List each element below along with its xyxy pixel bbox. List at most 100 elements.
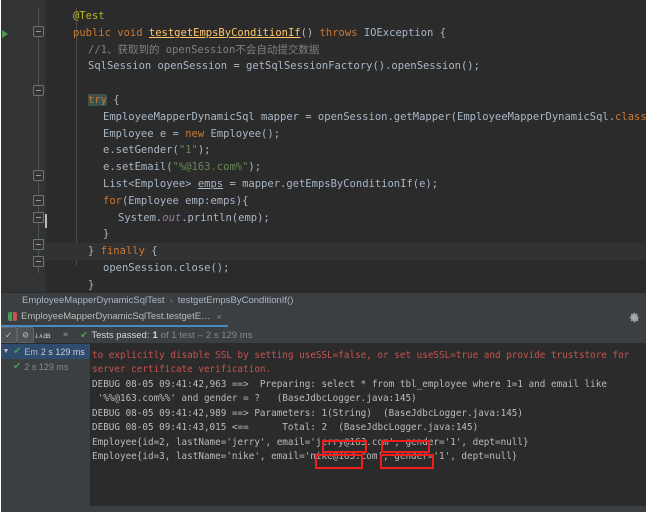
- close-icon[interactable]: ×: [217, 312, 222, 322]
- code-token: finally: [100, 245, 145, 258]
- console-output[interactable]: to explicitly disable SSL by setting use…: [90, 344, 646, 506]
- code-token: }: [88, 278, 95, 291]
- code-token: e.setGender(: [103, 144, 179, 157]
- test-tree-row[interactable]: ✔ 2 s 129 ms: [0, 359, 90, 374]
- fold-toggle-icon[interactable]: [33, 239, 44, 250]
- console-line: DEBUG 08-05 09:41:42,963 ==> Preparing: …: [92, 378, 607, 390]
- code-token: = mapper.getEmpsByConditionIf(e);: [223, 177, 439, 190]
- fold-toggle-icon[interactable]: [33, 256, 44, 267]
- code-token: new: [185, 127, 205, 140]
- code-token: "1": [178, 144, 198, 157]
- fold-toggle-icon[interactable]: [33, 195, 44, 206]
- test-results-tree[interactable]: ▼ ✔ Em 2 s 129 ms ✔ 2 s 129 ms: [0, 344, 90, 506]
- code-line: } finally {: [46, 243, 646, 260]
- breadcrumb-class[interactable]: EmployeeMapperDynamicSqlTest: [22, 295, 165, 306]
- test-tree-duration: 2 s 129 ms: [24, 361, 69, 372]
- code-token: throws: [319, 26, 358, 39]
- code-editor[interactable]: @Test public void testgetEmpsByConditionI…: [0, 0, 646, 292]
- code-token: "%@163.com%": [172, 161, 249, 174]
- test-runner-toolbar: ✓ ⊘ ↓ᴀꜳ » ✔ Tests passed: 1 of 1 test – …: [0, 327, 646, 344]
- code-token: {: [144, 245, 158, 258]
- code-token: }: [88, 245, 101, 258]
- code-token: .println(emp);: [181, 211, 270, 224]
- console-line: Employee{id=2, lastName='jerry', email='…: [92, 436, 529, 448]
- code-token: }: [103, 228, 110, 241]
- code-token: System.: [118, 211, 163, 224]
- code-line: //1、获取到的 openSession不会自动提交数据: [46, 42, 646, 59]
- code-line: openSession.close();: [46, 260, 646, 277]
- expander-icon[interactable]: ▼: [2, 348, 10, 355]
- window-bottom-border: [0, 512, 646, 516]
- show-passed-button[interactable]: ✓: [0, 327, 17, 343]
- code-line: @Test: [46, 8, 646, 25]
- tests-passed-label: Tests passed:: [91, 329, 150, 341]
- code-token: Employee();: [204, 127, 281, 140]
- console-line: DEBUG 08-05 09:41:42,989 ==> Parameters:…: [92, 407, 523, 419]
- test-passed-icon: ✔: [13, 361, 22, 372]
- code-token: Employee e =: [103, 127, 186, 140]
- breadcrumb-method[interactable]: testgetEmpsByConditionIf(): [178, 295, 294, 306]
- code-line: }: [46, 226, 646, 243]
- fold-region-line: [38, 8, 39, 273]
- code-token: emps: [197, 177, 224, 190]
- code-token: (): [300, 26, 320, 39]
- code-line: EmployeeMapperDynamicSql mapper = openSe…: [46, 109, 646, 126]
- ide-window: @Test public void testgetEmpsByConditionI…: [0, 0, 646, 516]
- editor-gutter[interactable]: [0, 0, 46, 292]
- code-token: for: [103, 194, 122, 207]
- test-tree-duration: 2 s 129 ms: [40, 346, 85, 357]
- code-token: public: [73, 26, 111, 39]
- breadcrumb[interactable]: EmployeeMapperDynamicSqlTest › testgetEm…: [0, 292, 646, 308]
- code-token: out: [162, 211, 182, 224]
- toolbar-overflow-button[interactable]: »: [57, 327, 74, 343]
- fold-toggle-icon[interactable]: [33, 26, 44, 37]
- window-left-border: [0, 0, 1, 516]
- run-tab-bar: EmployeeMapperDynamicSqlTest.testgetE… ×: [0, 308, 646, 327]
- run-debug-icon: [8, 312, 17, 321]
- console-line: Employee{id=3, lastName='nike', email='n…: [92, 451, 518, 462]
- run-test-gutter-icon[interactable]: [2, 30, 8, 38]
- code-line: for(Employee emp:emps){: [46, 193, 646, 210]
- code-token: openSession.close();: [103, 261, 230, 274]
- code-token: );: [248, 161, 262, 174]
- fold-toggle-icon[interactable]: [33, 85, 44, 96]
- gear-icon[interactable]: [629, 312, 640, 323]
- test-status-bar: ✔ Tests passed: 1 of 1 test – 2 s 129 ms: [80, 330, 252, 341]
- code-line: SqlSession openSession = getSqlSessionFa…: [46, 58, 646, 75]
- code-token: try: [88, 93, 107, 106]
- code-token: {: [106, 93, 120, 106]
- code-token: (Employee emp:emps){: [121, 194, 249, 207]
- tests-passed-count: 1: [152, 329, 158, 341]
- run-tab[interactable]: EmployeeMapperDynamicSqlTest.testgetE… ×: [0, 308, 228, 327]
- console-line: server certificate verification.: [92, 364, 272, 375]
- code-line: }: [46, 277, 646, 292]
- console-line: DEBUG 08-05 09:41:43,015 <== Total: 2 (B…: [92, 422, 479, 433]
- code-line: e.setGender("1");: [46, 142, 646, 159]
- hide-ignored-button[interactable]: ⊘: [17, 327, 34, 343]
- code-token: );: [197, 144, 211, 157]
- fold-toggle-icon[interactable]: [33, 212, 44, 223]
- test-tree-label: Em: [24, 346, 38, 357]
- console-line: '%%@163.com%%' and gender = ? (BaseJdbcL…: [92, 393, 417, 404]
- code-token: testgetEmpsByConditionIf: [148, 26, 301, 39]
- run-tool-window: EmployeeMapperDynamicSqlTest.testgetE… ×…: [0, 308, 646, 516]
- sort-alphabetically-button[interactable]: ↓ᴀꜳ: [34, 327, 51, 343]
- tests-total-label: of 1 test: [160, 329, 195, 341]
- code-text[interactable]: @Test public void testgetEmpsByConditionI…: [46, 0, 646, 292]
- code-token: e.setEmail(: [103, 161, 173, 174]
- breadcrumb-separator-icon: ›: [169, 295, 173, 306]
- fold-toggle-icon[interactable]: [33, 170, 44, 181]
- code-token: IOException {: [357, 26, 447, 39]
- code-line: List<Employee> emps = mapper.getEmpsByCo…: [46, 176, 646, 193]
- code-line: try {: [46, 92, 646, 109]
- code-token: void: [117, 26, 143, 39]
- code-token: //1、获取到的 openSession不会自动提交数据: [88, 43, 320, 56]
- code-line: e.setEmail("%@163.com%");: [46, 159, 646, 176]
- run-tab-label: EmployeeMapperDynamicSqlTest.testgetE…: [21, 311, 211, 322]
- tests-duration: 2 s 129 ms: [205, 329, 253, 341]
- code-token: SqlSession openSession = getSqlSessionFa…: [88, 60, 480, 73]
- code-token: class: [615, 110, 646, 123]
- code-token: EmployeeMapperDynamicSql mapper = openSe…: [103, 110, 616, 123]
- test-tree-row[interactable]: ▼ ✔ Em 2 s 129 ms: [0, 344, 90, 359]
